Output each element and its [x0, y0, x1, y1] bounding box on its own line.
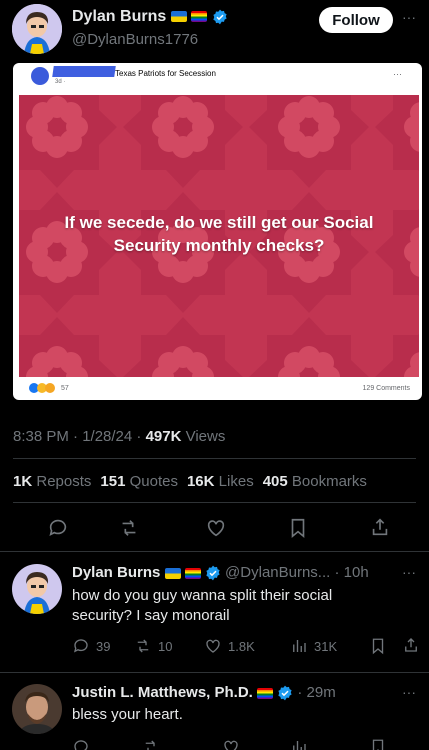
- share-icon[interactable]: [369, 516, 391, 538]
- bookmark-icon[interactable]: [287, 517, 309, 539]
- verified-badge-icon: [213, 9, 227, 25]
- more-options-icon[interactable]: ···: [402, 9, 416, 25]
- reply-repost-button[interactable]: 10: [134, 637, 172, 655]
- reply-like-button[interactable]: 1.8K: [204, 637, 255, 655]
- reaction-count: 57: [61, 384, 69, 392]
- ukraine-flag-icon: [164, 567, 181, 579]
- engagement-stats: 1K Reposts 151 Quotes 16K Likes 405 Book…: [13, 473, 367, 490]
- more-options-icon[interactable]: ···: [402, 564, 416, 580]
- views-icon[interactable]: [290, 738, 308, 750]
- reply-count: 39: [96, 638, 111, 654]
- reply-author-name[interactable]: Justin L. Matthews, Ph.D.: [72, 684, 253, 701]
- reply-author-handle[interactable]: @DylanBurns...: [225, 564, 330, 581]
- verified-badge-icon: [278, 685, 292, 701]
- pride-flag-icon: [184, 567, 201, 579]
- reply-header: Justin L. Matthews, Ph.D. · 29m: [72, 684, 336, 701]
- reply-text: how do you guy wanna split their social …: [72, 587, 333, 624]
- wow-reaction-icon: [45, 383, 55, 393]
- views-icon: [293, 640, 306, 652]
- tweet-timestamp[interactable]: 8:38 PM · 1/28/24 ·: [13, 428, 141, 445]
- repost-icon[interactable]: [142, 738, 160, 750]
- reply-item[interactable]: Dylan Burns @DylanBurns... · 10h ··· how…: [0, 558, 429, 668]
- bookmark-icon[interactable]: [369, 637, 387, 655]
- share-icon[interactable]: [402, 636, 420, 654]
- ukraine-flag-icon: [170, 11, 187, 23]
- author-name[interactable]: Dylan Burns: [72, 8, 166, 25]
- fb-group-name: Texas Patriots for Secession: [115, 69, 216, 78]
- views-count: 497K: [145, 428, 182, 445]
- reply-action-bar: 39 10 1.8K 31K: [72, 637, 422, 657]
- like-count: 1.8K: [228, 638, 255, 654]
- reply-icon[interactable]: [72, 738, 90, 750]
- author-handle[interactable]: @DylanBurns1776: [72, 31, 198, 48]
- like-icon: [206, 639, 220, 653]
- tweet-meta: 8:38 PM · 1/28/24 · 497K Views: [13, 428, 225, 445]
- repost-count: 10: [158, 638, 173, 654]
- reply-header: Dylan Burns @DylanBurns... · 10h: [72, 564, 369, 581]
- views-count: 31K: [314, 638, 338, 654]
- fb-comments-count: 129 Comments: [362, 385, 410, 392]
- reply-reply-button[interactable]: 39: [72, 637, 110, 655]
- reply-author-name[interactable]: Dylan Burns: [72, 564, 160, 581]
- reply-time[interactable]: · 10h: [334, 564, 368, 581]
- follow-button[interactable]: Follow: [319, 7, 393, 33]
- quotes-stat[interactable]: 151 Quotes: [100, 473, 178, 490]
- more-options-icon[interactable]: ···: [402, 684, 416, 700]
- fb-group-avatar: [31, 67, 49, 85]
- embedded-post-card[interactable]: Texas Patriots for Secession 3d · ··· If…: [13, 63, 422, 400]
- redacted-name-bar: [52, 66, 116, 77]
- divider: [0, 672, 429, 673]
- verified-badge-icon: [206, 565, 220, 581]
- avatar-photo: [12, 684, 62, 734]
- avatar-illustration: [12, 4, 62, 54]
- author-avatar[interactable]: [12, 4, 62, 54]
- author-name-row: Dylan Burns: [72, 8, 228, 26]
- like-icon[interactable]: [222, 738, 240, 750]
- reposts-stat[interactable]: 1K Reposts: [13, 473, 91, 490]
- reply-views-button[interactable]: 31K: [290, 637, 337, 655]
- divider: [0, 551, 429, 552]
- reply-icon: [73, 639, 88, 653]
- reply-author-avatar[interactable]: [12, 564, 62, 614]
- repost-icon: [137, 639, 149, 653]
- fb-reactions: 57: [29, 383, 69, 393]
- avatar-illustration: [12, 564, 62, 614]
- reply-author-avatar[interactable]: [12, 684, 62, 734]
- fb-post-age: 3d ·: [55, 79, 66, 85]
- reply-action-bar: [72, 738, 422, 750]
- reply-item[interactable]: Justin L. Matthews, Ph.D. · 29m ··· bles…: [0, 678, 429, 750]
- fb-more-icon: ···: [393, 69, 402, 79]
- post-image: If we secede, do we still get our Social…: [19, 95, 419, 377]
- divider: [13, 458, 416, 459]
- divider: [13, 502, 416, 503]
- pride-flag-icon: [191, 11, 208, 23]
- bookmarks-stat[interactable]: 405 Bookmarks: [263, 473, 367, 490]
- likes-stat[interactable]: 16K Likes: [187, 473, 254, 490]
- reply-time[interactable]: · 29m: [297, 684, 335, 701]
- tweet-action-bar: [0, 515, 429, 545]
- bookmark-icon[interactable]: [369, 738, 387, 750]
- views-label: Views: [185, 428, 226, 445]
- reply-text: bless your heart.: [72, 706, 183, 723]
- pride-flag-icon: [257, 687, 274, 699]
- like-icon[interactable]: [205, 517, 227, 539]
- repost-icon[interactable]: [118, 517, 140, 539]
- post-image-text: If we secede, do we still get our Social…: [64, 213, 374, 255]
- reply-icon[interactable]: [47, 517, 69, 539]
